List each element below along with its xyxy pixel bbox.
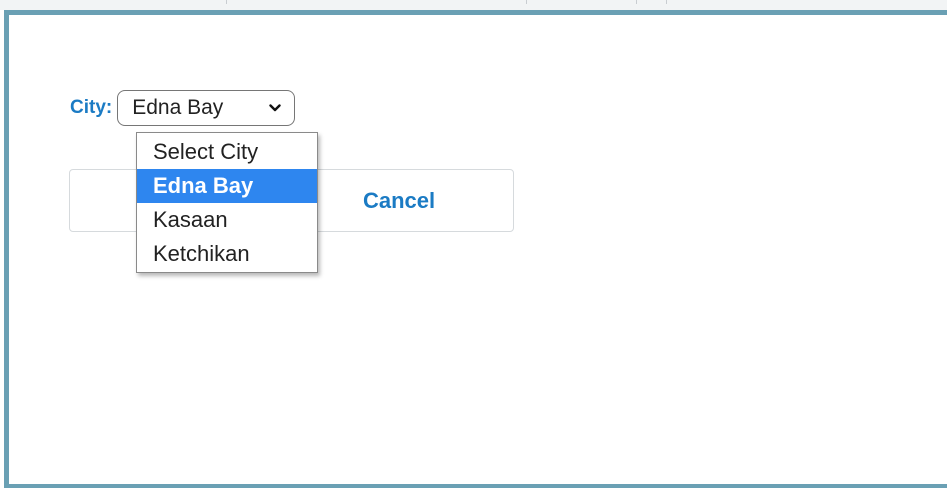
city-field-row: City: Edna Bay <box>70 89 296 127</box>
city-select[interactable]: Edna Bay <box>117 90 296 126</box>
city-option-select-city[interactable]: Select City <box>137 135 317 169</box>
city-label: City: <box>70 97 113 118</box>
background-cell <box>526 0 637 4</box>
city-dropdown-list: Select City Edna Bay Kasaan Ketchikan <box>136 132 318 273</box>
city-option-edna-bay[interactable]: Edna Bay <box>137 169 317 203</box>
city-option-ketchikan[interactable]: Ketchikan <box>137 237 317 271</box>
background-cell <box>636 0 667 4</box>
background-page-strip <box>0 0 947 10</box>
city-option-kasaan[interactable]: Kasaan <box>137 203 317 237</box>
city-select-value: Edna Bay <box>132 96 224 119</box>
cancel-button[interactable]: Cancel <box>330 170 514 231</box>
chevron-down-icon <box>269 104 281 112</box>
background-cell <box>226 0 527 4</box>
page: City: Edna Bay Cancel Select City Edna B… <box>0 0 947 491</box>
background-cell <box>0 0 227 4</box>
